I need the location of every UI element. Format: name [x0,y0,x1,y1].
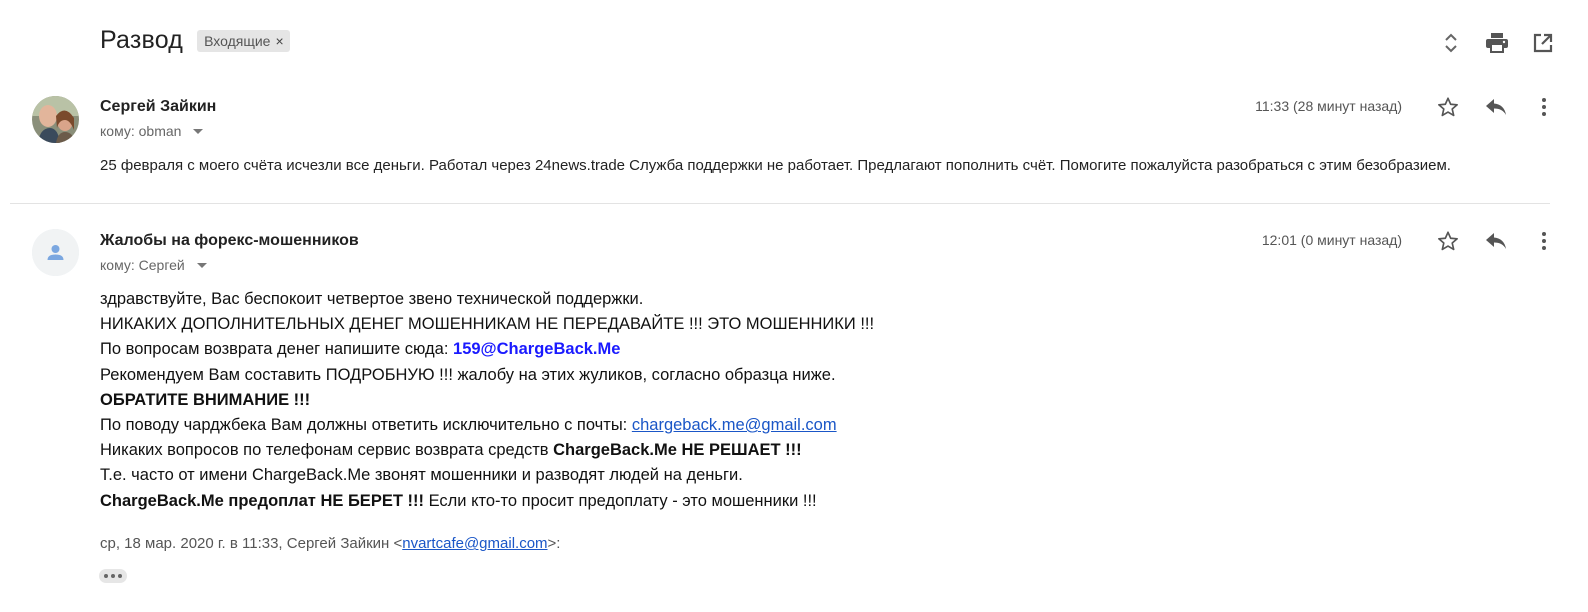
thread-actions [1428,30,1566,56]
thread-subject: Развод [100,26,184,54]
label-chip-inbox[interactable]: Входящие × [197,29,290,52]
remove-label-button[interactable]: × [275,33,283,49]
dot-icon [111,574,115,578]
star-icon[interactable] [1424,94,1472,120]
body-line: По вопросам возврата денег напишите сюда… [100,337,874,362]
body-text: По поводу чарджбека Вам должны ответить … [100,415,632,434]
quote-email-link[interactable]: nvartcafe@gmail.com [402,535,547,552]
message-actions-1 [1424,94,1568,120]
body-line: Рекомендуем Вам составить ПОДРОБНУЮ !!! … [100,365,836,384]
show-trimmed-content-button[interactable] [99,569,127,583]
quote-attribution: ср, 18 мар. 2020 г. в 11:33, Сергей Зайк… [100,535,560,552]
quote-prefix: ср, 18 мар. 2020 г. в 11:33, Сергей Зайк… [100,535,403,552]
chevron-down-icon[interactable] [193,128,204,134]
quote-suffix: >: [547,535,561,552]
avatar-sender-1[interactable] [32,96,79,143]
print-icon[interactable] [1474,30,1520,56]
reply-icon[interactable] [1472,228,1520,254]
recipient-2[interactable]: кому: Сергей [100,257,207,273]
more-options-icon[interactable] [1520,94,1568,120]
message-body-2: здравствуйте, Вас беспокоит четвертое зв… [100,287,874,514]
message-actions-2 [1424,228,1568,254]
message-divider [10,203,1550,204]
reply-icon[interactable] [1472,94,1520,120]
body-line: ChargeBack.Me предоплат НЕ БЕРЕТ !!! Есл… [100,489,874,514]
more-options-icon[interactable] [1520,228,1568,254]
body-line: Т.е. часто от имени ChargeBack.Me звонят… [100,466,743,485]
timestamp-2: 12:01 (0 минут назад) [1261,232,1402,248]
label-chip-text: Входящие [204,32,271,49]
body-bold: ChargeBack.Me предоплат НЕ БЕРЕТ !!! [100,491,424,510]
recipient-text-1: кому: obman [100,123,182,139]
chargeback-gmail-link[interactable]: chargeback.me@gmail.com [632,416,837,434]
star-icon[interactable] [1424,228,1472,254]
open-new-window-icon[interactable] [1520,30,1566,56]
recipient-1[interactable]: кому: obman [100,123,204,139]
avatar-sender-2[interactable] [32,229,79,276]
chargeback-email: 159@ChargeBack.Me [453,340,621,359]
dot-icon [118,574,122,578]
body-bold: ChargeBack.Me НЕ РЕШАЕТ !!! [553,441,802,460]
body-line: Никаких вопросов по телефонам сервис воз… [100,438,874,463]
body-text: Если кто-то просит предоплату - это моше… [423,491,817,510]
body-text: Никаких вопросов по телефонам сервис воз… [100,441,554,460]
sender-name-2: Жалобы на форекс-мошенников [100,232,359,249]
chevron-down-icon[interactable] [196,262,207,268]
body-line-attention: ОБРАТИТЕ ВНИМАНИЕ !!! [100,390,311,409]
expand-collapse-icon[interactable] [1428,30,1474,56]
recipient-text-2: кому: Сергей [100,257,185,273]
body-line: здравствуйте, Вас беспокоит четвертое зв… [100,290,644,308]
body-line: По поводу чарджбека Вам должны ответить … [100,413,874,438]
message-body-1: 25 февраля с моего счёта исчезли все ден… [100,157,1451,174]
thread-header: Развод Входящие × [100,26,290,55]
timestamp-1: 11:33 (28 минут назад) [1255,98,1402,114]
sender-name-1: Сергей Зайкин [100,98,217,115]
dot-icon [104,574,108,578]
body-line: НИКАКИХ ДОПОЛНИТЕЛЬНЫХ ДЕНЕГ МОШЕННИКАМ … [100,315,875,334]
body-text: По вопросам возврата денег напишите сюда… [100,340,454,359]
